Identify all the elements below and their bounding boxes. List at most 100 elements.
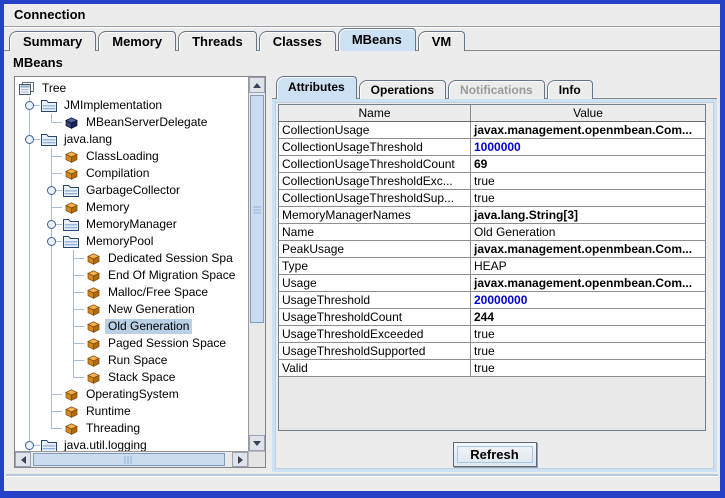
mbean-icon (62, 405, 80, 419)
folder-icon (62, 218, 80, 232)
tree-item-tree[interactable]: Tree (18, 80, 248, 97)
folder-icon (62, 235, 80, 249)
attribute-value-cell: true (474, 344, 495, 358)
table-row[interactable]: CollectionUsageThreshold 1000000 (279, 139, 705, 156)
mbean-icon (62, 167, 80, 181)
tree-item-compilation[interactable]: Compilation (18, 165, 248, 182)
scroll-down-button[interactable] (249, 435, 265, 451)
attributes-panel: Name Value CollectionUsage javax.manageme… (272, 99, 717, 472)
attribute-name-cell: UsageThresholdExceeded (279, 326, 471, 342)
column-header-value[interactable]: Value (471, 105, 705, 121)
mbean-icon (84, 286, 102, 300)
tab-summary[interactable]: Summary (9, 31, 97, 51)
tree-connector (62, 284, 84, 301)
tree-item-jmimplementation[interactable]: JMImplementation (18, 97, 248, 114)
tree-item-run-space[interactable]: Run Space (18, 352, 248, 369)
tree-item-garbagecollector[interactable]: GarbageCollector (18, 182, 248, 199)
tree-item-threading[interactable]: Threading (18, 420, 248, 437)
collapse-toggle-icon[interactable] (40, 233, 62, 250)
scroll-left-button[interactable] (15, 452, 31, 467)
tree-item-java-lang[interactable]: java.lang (18, 131, 248, 148)
tab-mbeans[interactable]: MBeans (337, 28, 416, 51)
expand-toggle-icon[interactable] (40, 216, 62, 233)
tree-connector (18, 386, 40, 403)
scroll-right-button[interactable] (232, 452, 248, 467)
attribute-value-cell[interactable]: 20000000 (471, 292, 705, 308)
table-row[interactable]: Valid true (279, 360, 705, 377)
table-row[interactable]: CollectionUsageThresholdCount 69 (279, 156, 705, 173)
menu-connection[interactable]: Connection (8, 4, 92, 26)
attribute-name-cell: Type (279, 258, 471, 274)
attribute-value-cell: javax.management.openmbean.Com... (474, 242, 693, 256)
mbean-tree: Tree JMImplementation MBeanServerDelegate j… (15, 77, 248, 451)
tree-item-label: Paged Session Space (108, 336, 227, 350)
table-row[interactable]: CollectionUsage javax.management.openmbea… (279, 122, 705, 139)
tree-connector (18, 267, 40, 284)
tree-item-new-generation[interactable]: New Generation (18, 301, 248, 318)
vertical-scrollbar-thumb[interactable] (250, 95, 264, 323)
tree-item-operatingsystem[interactable]: OperatingSystem (18, 386, 248, 403)
table-row[interactable]: UsageThresholdSupported true (279, 343, 705, 360)
tree-item-runtime[interactable]: Runtime (18, 403, 248, 420)
tree-item-mbeanserverdelegate[interactable]: MBeanServerDelegate (18, 114, 248, 131)
tree-vertical-scrollbar[interactable] (248, 77, 265, 451)
expand-toggle-icon[interactable] (40, 182, 62, 199)
tab-threads[interactable]: Threads (178, 31, 257, 51)
table-row[interactable]: CollectionUsageThresholdExc... true (279, 173, 705, 190)
tree-connector (18, 182, 40, 199)
horizontal-scrollbar-thumb[interactable] (33, 453, 225, 466)
tree-item-memorymanager[interactable]: MemoryManager (18, 216, 248, 233)
tab-attributes[interactable]: Attributes (276, 76, 357, 99)
attribute-name-cell: UsageThreshold (279, 292, 471, 308)
tree-item-memory[interactable]: Memory (18, 199, 248, 216)
tree-root-icon (18, 81, 36, 96)
expand-toggle-icon[interactable] (18, 437, 40, 451)
tab-operations[interactable]: Operations (358, 80, 447, 99)
table-row[interactable]: UsageThreshold 20000000 (279, 292, 705, 309)
attribute-value-cell: Old Generation (474, 225, 556, 239)
tree-item-label: java.util.logging (64, 438, 147, 452)
column-header-name[interactable]: Name (279, 105, 471, 121)
table-row[interactable]: Name Old Generation (279, 224, 705, 241)
tab-vm[interactable]: VM (417, 31, 466, 51)
tree-item-end-of-migration-space[interactable]: End Of Migration Space (18, 267, 248, 284)
page-title: MBeans (13, 55, 63, 70)
collapse-toggle-icon[interactable] (18, 131, 40, 148)
tab-info[interactable]: Info (546, 80, 593, 99)
collapse-toggle-icon[interactable] (18, 97, 40, 114)
tree-horizontal-scrollbar[interactable] (15, 451, 248, 467)
table-row[interactable]: UsageThresholdCount 244 (279, 309, 705, 326)
tree-item-malloc-free-space[interactable]: Malloc/Free Space (18, 284, 248, 301)
tree-item-old-generation[interactable]: Old Generation (18, 318, 248, 335)
arrow-down-icon (253, 440, 261, 446)
tab-classes[interactable]: Classes (258, 31, 336, 51)
tree-connector (62, 335, 84, 352)
table-row[interactable]: Type HEAP (279, 258, 705, 275)
mbean-icon (84, 252, 102, 266)
mbean-icon (84, 337, 102, 351)
arrow-right-icon (237, 455, 243, 464)
mbean-tree-panel: Tree JMImplementation MBeanServerDelegate j… (14, 76, 266, 468)
tree-connector (18, 216, 40, 233)
tree-item-paged-session-space[interactable]: Paged Session Space (18, 335, 248, 352)
attribute-value-cell[interactable]: 1000000 (471, 139, 705, 155)
tree-connector (40, 267, 62, 284)
table-row[interactable]: CollectionUsageThresholdSup... true (279, 190, 705, 207)
tree-item-classloading[interactable]: ClassLoading (18, 148, 248, 165)
table-row[interactable]: UsageThresholdExceeded true (279, 326, 705, 343)
scroll-up-button[interactable] (249, 77, 265, 93)
tree-item-memorypool[interactable]: MemoryPool (18, 233, 248, 250)
table-row[interactable]: Usage javax.management.openmbean.Com... (279, 275, 705, 292)
table-row[interactable]: PeakUsage javax.management.openmbean.Com.… (279, 241, 705, 258)
mbean-icon (84, 269, 102, 283)
refresh-button[interactable]: Refresh (452, 442, 537, 467)
tree-item-java-util-logging[interactable]: java.util.logging (18, 437, 248, 451)
tree-connector (62, 318, 84, 335)
tab-memory[interactable]: Memory (98, 31, 177, 51)
tree-item-dedicated-session-spa[interactable]: Dedicated Session Spa (18, 250, 248, 267)
mbean-icon (84, 320, 102, 334)
tree-item-stack-space[interactable]: Stack Space (18, 369, 248, 386)
attribute-value-cell: true (474, 327, 495, 341)
tree-connector (40, 318, 62, 335)
table-row[interactable]: MemoryManagerNames java.lang.String[3] (279, 207, 705, 224)
